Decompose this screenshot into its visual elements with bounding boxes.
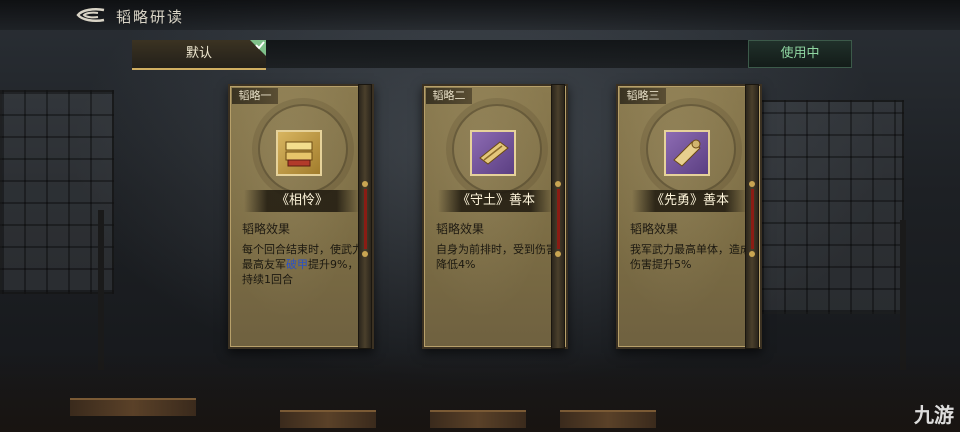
rail-red-bar [751,189,754,249]
effect-text: 我军武力最高单体，造成伤害提升5% [630,243,751,271]
rail-knob [362,181,368,187]
card-name: 《相怜》 [244,190,360,212]
effect-label: 韬略效果 [436,222,485,236]
card-tag: 韬略二 [426,88,472,104]
card-rail [551,84,565,349]
candle-stand-right [900,220,906,370]
rail-knob [362,251,368,257]
effect-label: 韬略效果 [242,222,291,236]
check-icon [250,40,266,56]
effect-text: 自身为前排时，受到伤害降低4% [436,243,557,271]
background-window-right [760,100,904,314]
purple-scroll-icon [470,130,516,176]
card-rail [358,84,372,349]
purple-scroll-icon [664,130,710,176]
top-bar: 韬略研读 [0,0,960,30]
effect-label: 韬略效果 [630,222,679,236]
strategy-card-1[interactable]: 韬略一 《相怜》 韬略效果 每个回合结束时，使武力最高友军破甲提升9%，持续1回… [228,84,374,349]
page-title: 韬略研读 [116,8,185,26]
rail-knob [555,251,561,257]
back-arrow-icon [76,7,105,23]
card-tag: 韬略一 [232,88,278,104]
rail-knob [749,251,755,257]
rail-knob [749,181,755,187]
gold-scroll-bundle-icon [276,130,322,176]
tab-strip: 默认 使用中 [132,40,852,70]
strategy-card-2[interactable]: 韬略二 《守土》善本 韬略效果 自身为前排时，受到伤害降低4% [422,84,568,349]
background-window-left [0,90,114,294]
tab-default-label: 默认 [185,46,212,61]
card-rail [745,84,759,349]
book-decoration [560,410,656,428]
effect-text: 每个回合结束时，使武力最高友军破甲提升9%，持续1回合 [242,242,366,287]
rail-red-bar [364,189,367,249]
rail-knob [555,181,561,187]
tab-default[interactable]: 默认 [132,40,266,70]
rail-red-bar [557,189,560,249]
scroll-bundle-decoration [70,398,196,416]
watermark-logo: 九游 [914,403,954,427]
book-decoration [430,410,526,428]
book-decoration [280,410,376,428]
card-tag: 韬略三 [620,88,666,104]
candle-stand-left [98,210,104,370]
card-name: 《先勇》善本 [632,190,748,212]
back-button[interactable] [74,6,108,24]
effect-keyword-link[interactable]: 破甲 [286,258,308,271]
card-name: 《守土》善本 [438,190,554,212]
in-use-button[interactable]: 使用中 [748,40,852,68]
strategy-card-3[interactable]: 韬略三 《先勇》善本 韬略效果 我军武力最高单体，造成伤害提升5% [616,84,762,349]
